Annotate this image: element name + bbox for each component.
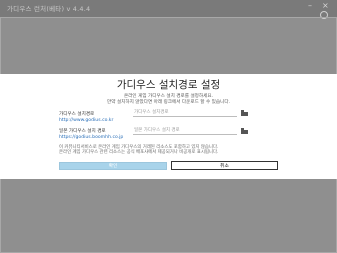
disclaimer-note: 온라인 게임 가디우스 관련 리소스는 공식 배포사에서 제공되거나 비공개로 … [59,150,219,155]
window-titlebar: 가디우스 런처(베타) v 4.4.4 – × [0,0,337,17]
jp-godius-website-link[interactable]: https://godius.boomhh.co.jp [59,135,123,140]
folder-icon[interactable] [240,109,249,116]
jp-install-path-input[interactable] [133,127,237,135]
cancel-button[interactable]: 취소 [171,161,278,170]
ok-button[interactable]: 확인 [59,162,167,170]
dialog-title: 가디우스 설치경로 설정 [116,79,221,91]
install-path-dialog: 가디우스 설치경로 설정 온라인 게임 가디우스 설치 경로를 설정하세요. 만… [0,74,337,179]
minimize-button[interactable]: – [308,2,312,10]
folder-icon[interactable] [240,127,249,134]
godius-website-link[interactable]: http://www.godius.co.kr [59,118,113,123]
window-title: 가디우스 런처(베타) v 4.4.4 [7,5,91,13]
install-path-label: 가디우스 설치경로 [59,112,95,117]
close-button[interactable]: × [322,2,329,10]
jp-install-path-label: 일본 가디우스 설치 경로 [59,129,106,134]
dialog-description-line: 만약 설치하지 않았다면 아래 링크에서 다운로드 할 수 있습니다. [106,100,231,105]
install-path-input[interactable] [133,109,237,117]
